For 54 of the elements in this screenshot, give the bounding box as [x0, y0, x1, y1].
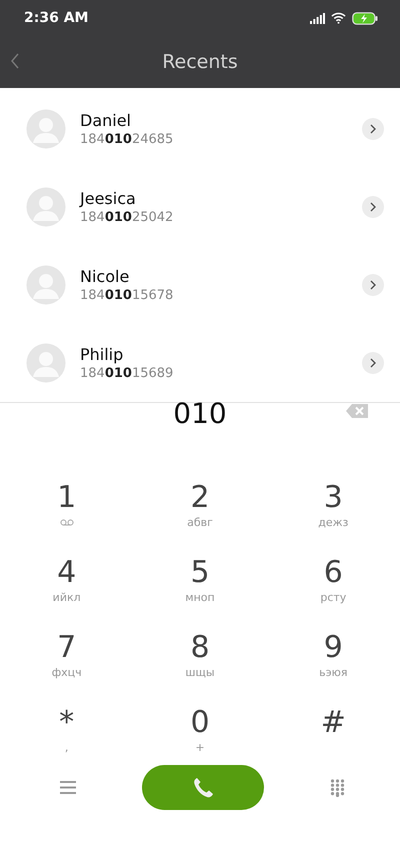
- voicemail-icon: [60, 519, 74, 526]
- key-letters: мноп: [185, 590, 215, 606]
- phone-icon: [191, 776, 215, 800]
- key-letters: ,: [64, 740, 68, 756]
- call-button[interactable]: [142, 765, 264, 810]
- dial-key[interactable]: 9 ьэюя: [266, 631, 400, 693]
- key-letters: абвг: [187, 515, 213, 531]
- key-letters: ьэюя: [319, 665, 348, 681]
- chevron-icon: [369, 280, 377, 290]
- dial-key[interactable]: 4 ийкл: [0, 556, 134, 618]
- status-time: 2:36 AM: [24, 10, 88, 26]
- key-letters: ийкл: [52, 590, 81, 606]
- avatar-icon: [26, 343, 66, 383]
- key-letters: фхцч: [52, 665, 82, 681]
- key-letters: +: [195, 740, 205, 756]
- dial-key[interactable]: 8 шщы: [133, 631, 267, 693]
- contact-number: 18401015689: [80, 366, 174, 381]
- chevron-icon: [369, 202, 377, 212]
- dial-key[interactable]: 7 фхцч: [0, 631, 134, 693]
- back-icon[interactable]: [10, 52, 20, 70]
- dial-key[interactable]: 1: [0, 481, 134, 543]
- dial-key[interactable]: 6 рсту: [266, 556, 400, 618]
- contact-name: Philip: [80, 345, 124, 364]
- contact-name: Nicole: [80, 267, 130, 286]
- dialed-number: 010: [173, 396, 227, 430]
- details-button[interactable]: [362, 118, 384, 140]
- contact-number: 18401025042: [80, 210, 174, 225]
- battery-charging-icon: [352, 12, 378, 24]
- contact-name: Jeesica: [80, 189, 137, 208]
- avatar-icon: [26, 187, 66, 227]
- screen-title: Recents: [162, 51, 238, 73]
- signal-icon: [310, 12, 325, 24]
- contact-number: 18401015678: [80, 288, 174, 303]
- key-letters: рсту: [320, 590, 346, 606]
- dial-key[interactable]: 5 мноп: [133, 556, 267, 618]
- dial-key[interactable]: * ,: [0, 706, 134, 768]
- dial-key[interactable]: 3 дежз: [266, 481, 400, 543]
- details-button[interactable]: [362, 274, 384, 296]
- dial-key[interactable]: 0 +: [133, 706, 267, 768]
- menu-icon[interactable]: [60, 781, 76, 794]
- dialpad-icon[interactable]: [330, 778, 345, 796]
- dial-key[interactable]: #: [266, 706, 400, 768]
- avatar-icon: [26, 109, 66, 149]
- details-button[interactable]: [362, 352, 384, 374]
- dial-key[interactable]: 2 абвг: [133, 481, 267, 543]
- key-letters: дежз: [318, 515, 348, 531]
- chevron-icon: [369, 358, 377, 368]
- chevron-icon: [369, 124, 377, 134]
- details-button[interactable]: [362, 196, 384, 218]
- avatar-icon: [26, 265, 66, 305]
- wifi-icon: [331, 12, 346, 24]
- contact-number: 18401024685: [80, 132, 174, 147]
- key-letters: шщы: [185, 665, 215, 681]
- contact-name: Daniel: [80, 111, 132, 130]
